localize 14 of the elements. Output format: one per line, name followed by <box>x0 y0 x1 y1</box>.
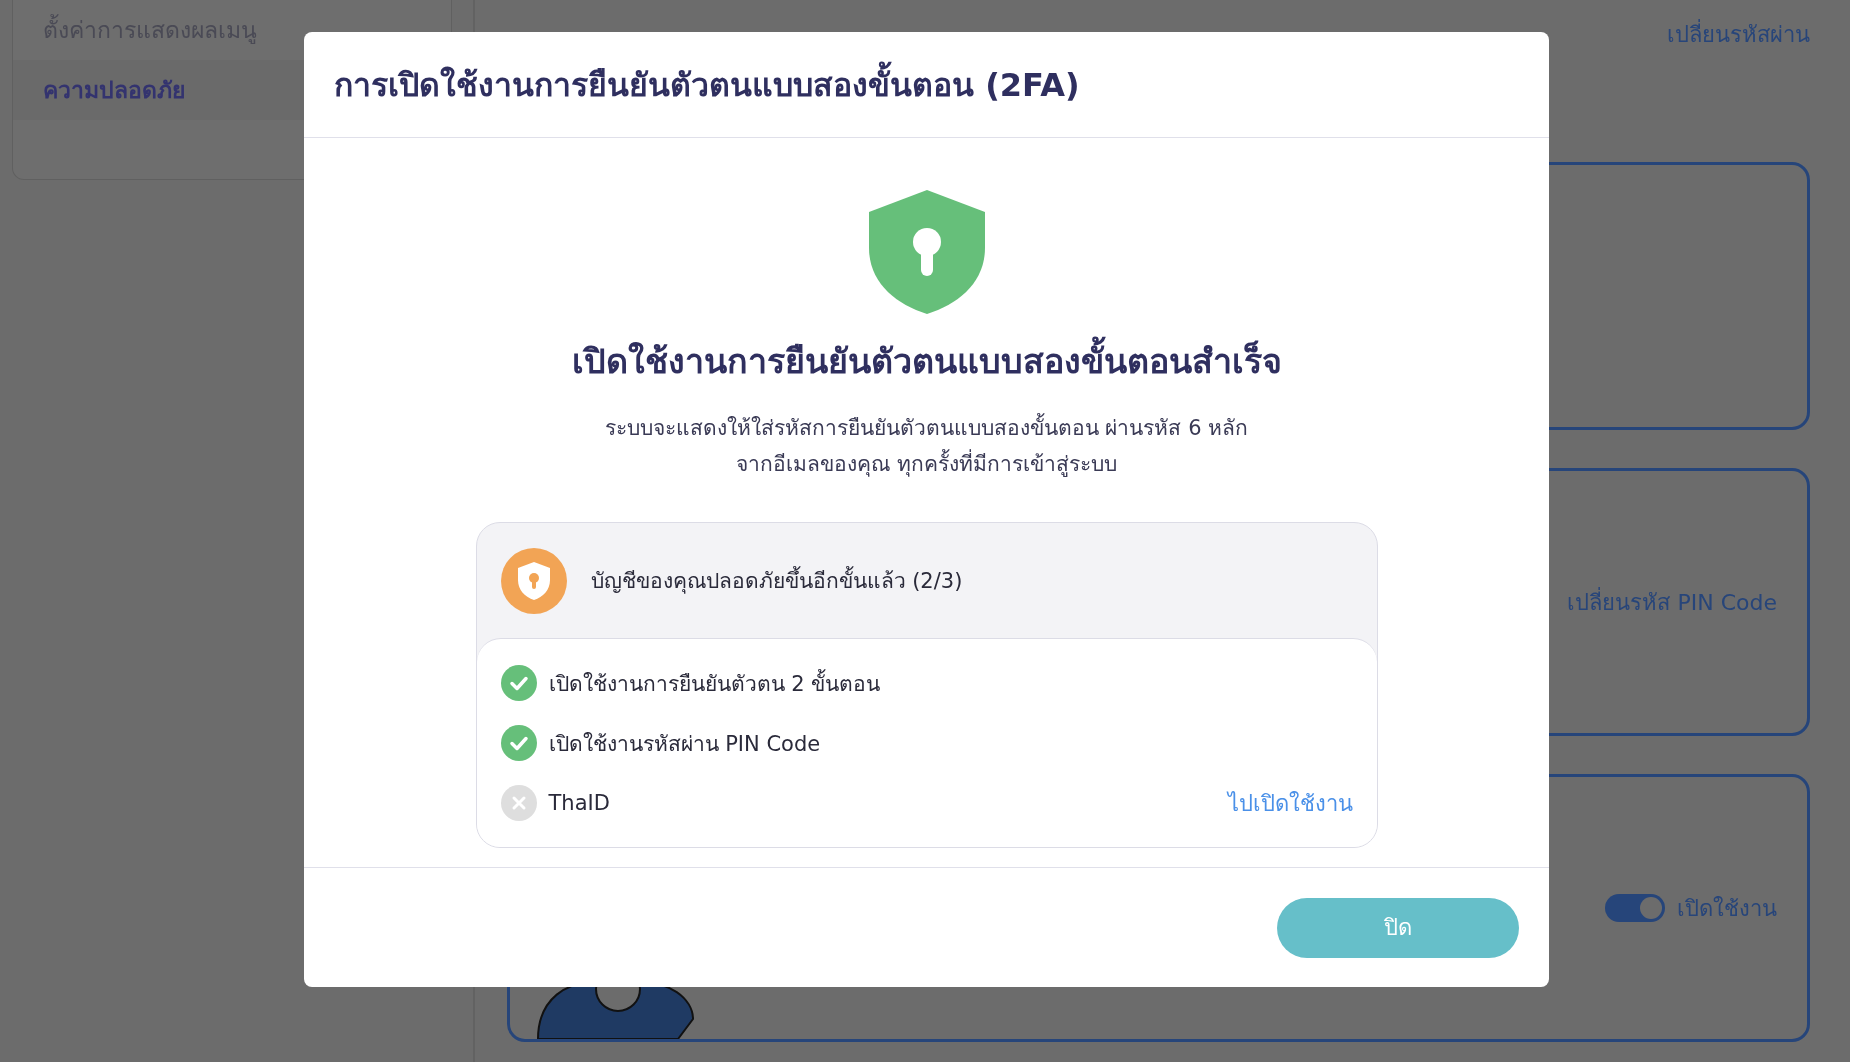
description-text: จากอีเมลของคุณ ทุกครั้งที่มีการเข้าสู่ระบบ <box>736 446 1117 482</box>
toggle-label: เปิดใช้งาน <box>1677 894 1777 923</box>
shield-keyhole-icon <box>868 190 985 314</box>
change-password-link[interactable]: เปลี่ยนรหัสผ่าน <box>1667 16 1810 52</box>
enable-link[interactable]: ไปเปิดใช้งาน <box>1227 785 1353 821</box>
success-heading: เปิดใช้งานการยืนยันตัวตนแบบสองขั้นตอนสำเร็จ <box>571 334 1282 388</box>
checklist-item: เปิดใช้งานรหัสผ่าน PIN Code <box>548 730 822 758</box>
checklist-item: เปิดใช้งานการยืนยันตัวตน 2 ขั้นตอน <box>548 668 882 698</box>
change-pin-link[interactable]: เปลี่ยนรหัส PIN Code <box>1567 584 1777 620</box>
close-button[interactable]: ปิด <box>1277 897 1519 958</box>
toggle-switch[interactable] <box>1605 894 1665 922</box>
summary-text: บัญชีของคุณปลอดภัยขึ้นอีกขั้นแล้ว (2/3) <box>590 564 963 597</box>
description-text: ระบบจะแสดงให้ใส่รหัสการยืนยันตัวตนแบบสองขั้นตอน ผ่านรหัส 6 หลัก <box>604 410 1249 446</box>
checklist-item: ThaID <box>548 791 611 815</box>
